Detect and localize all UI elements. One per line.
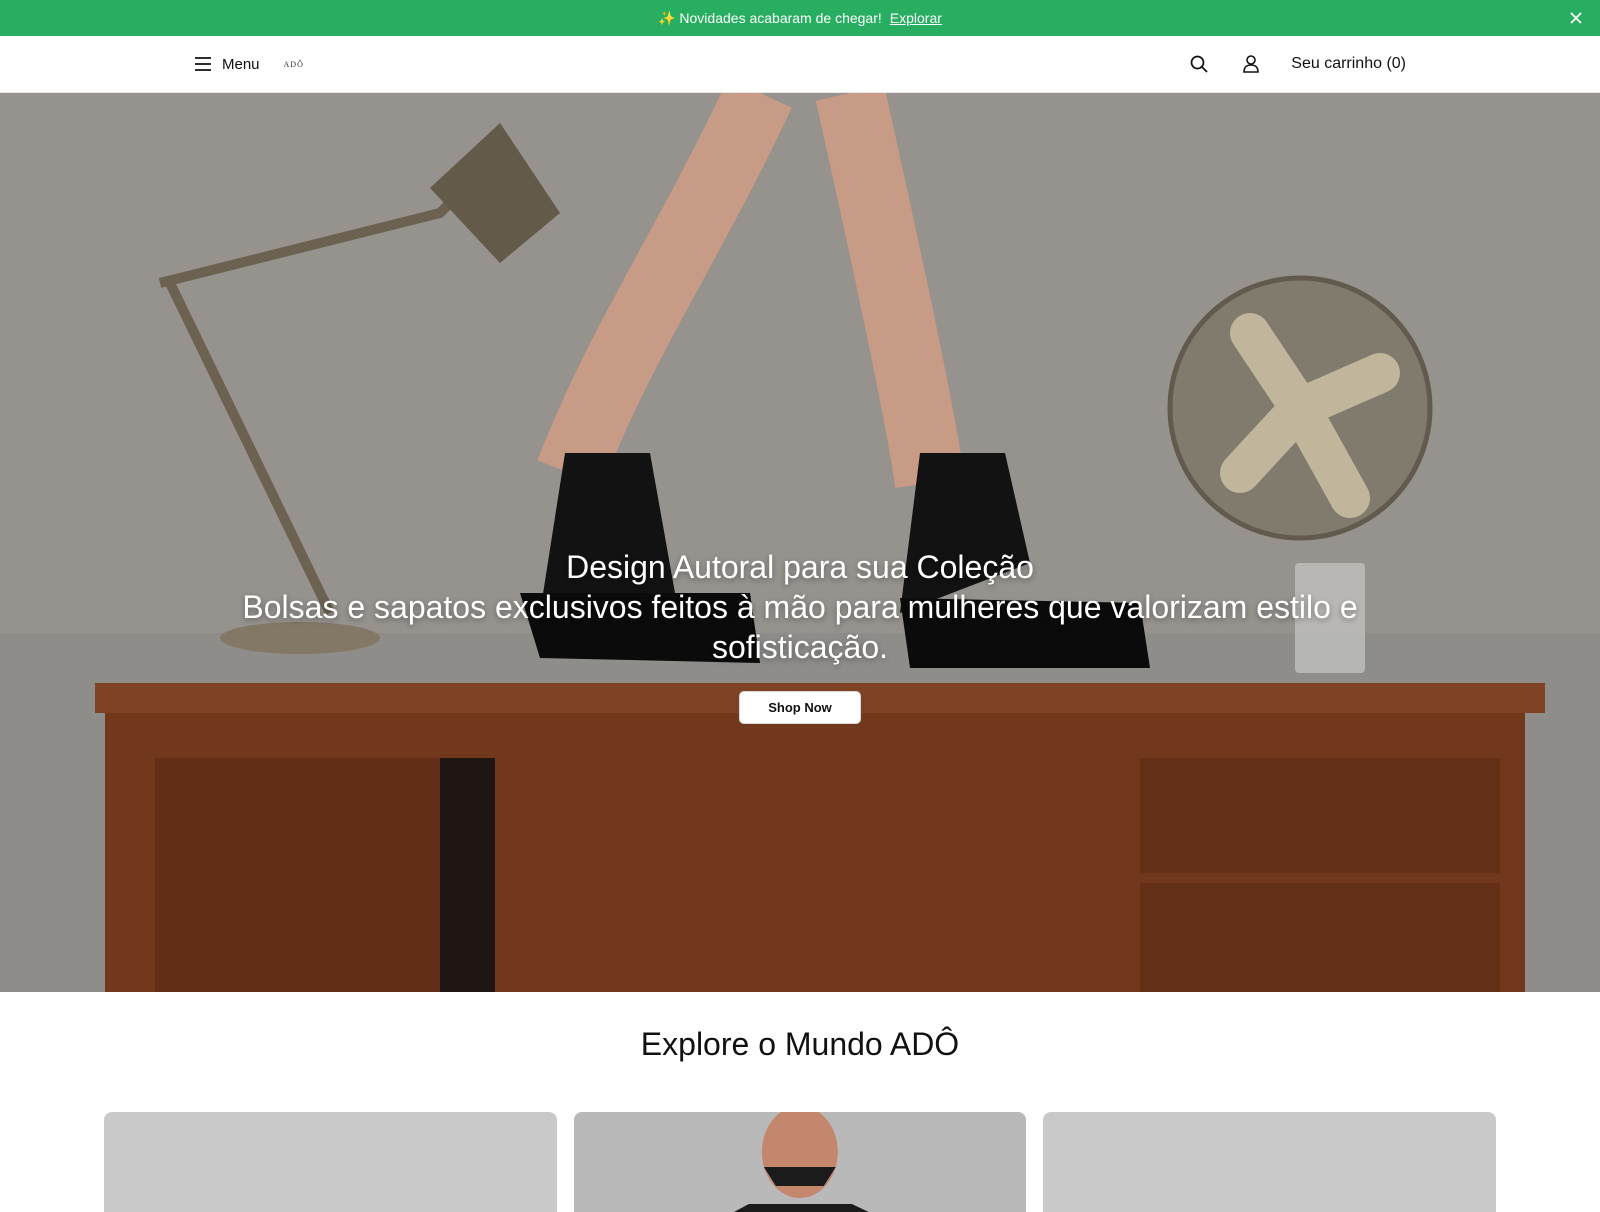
model-image bbox=[573, 1112, 1027, 1212]
category-card[interactable] bbox=[573, 1112, 1027, 1212]
section-title: Explore o Mundo ADÔ bbox=[640, 1026, 960, 1062]
close-icon bbox=[1570, 12, 1582, 24]
menu-label: Menu bbox=[222, 55, 260, 73]
hero-subtitle: Bolsas e sapatos exclusivos feitos à mão… bbox=[242, 589, 1358, 665]
menu-button[interactable]: Menu bbox=[194, 56, 260, 73]
account-button[interactable] bbox=[1239, 52, 1263, 76]
category-card[interactable] bbox=[1043, 1112, 1497, 1212]
explore-link[interactable]: Explorar bbox=[890, 10, 942, 26]
hero-banner: Design Autoral para sua Coleção Bolsas e… bbox=[0, 93, 1600, 992]
user-icon bbox=[1243, 55, 1260, 73]
search-button[interactable] bbox=[1187, 52, 1211, 76]
cart-link[interactable]: Seu carrinho (0) bbox=[1291, 55, 1406, 73]
close-announcement-button[interactable] bbox=[1566, 8, 1586, 28]
category-cards bbox=[104, 1112, 1497, 1212]
announcement-bar: ✨ Novidades acabaram de chegar! Explorar bbox=[0, 0, 1600, 36]
header-actions: Seu carrinho (0) bbox=[1187, 52, 1406, 76]
logo[interactable]: ADÔ bbox=[284, 60, 304, 69]
menu-icon bbox=[195, 57, 211, 71]
shop-now-button[interactable]: Shop Now bbox=[739, 691, 861, 724]
announcement-text: ✨ Novidades acabaram de chegar! bbox=[658, 9, 882, 26]
hero-image bbox=[0, 93, 1600, 992]
hero-title: Design Autoral para sua Coleção bbox=[566, 549, 1034, 585]
search-icon bbox=[1190, 55, 1208, 73]
hero-copy: Design Autoral para sua Coleção Bolsas e… bbox=[0, 547, 1600, 667]
site-header: Menu ADÔ Seu carrinho (0) bbox=[0, 36, 1600, 93]
category-card[interactable] bbox=[104, 1112, 557, 1212]
